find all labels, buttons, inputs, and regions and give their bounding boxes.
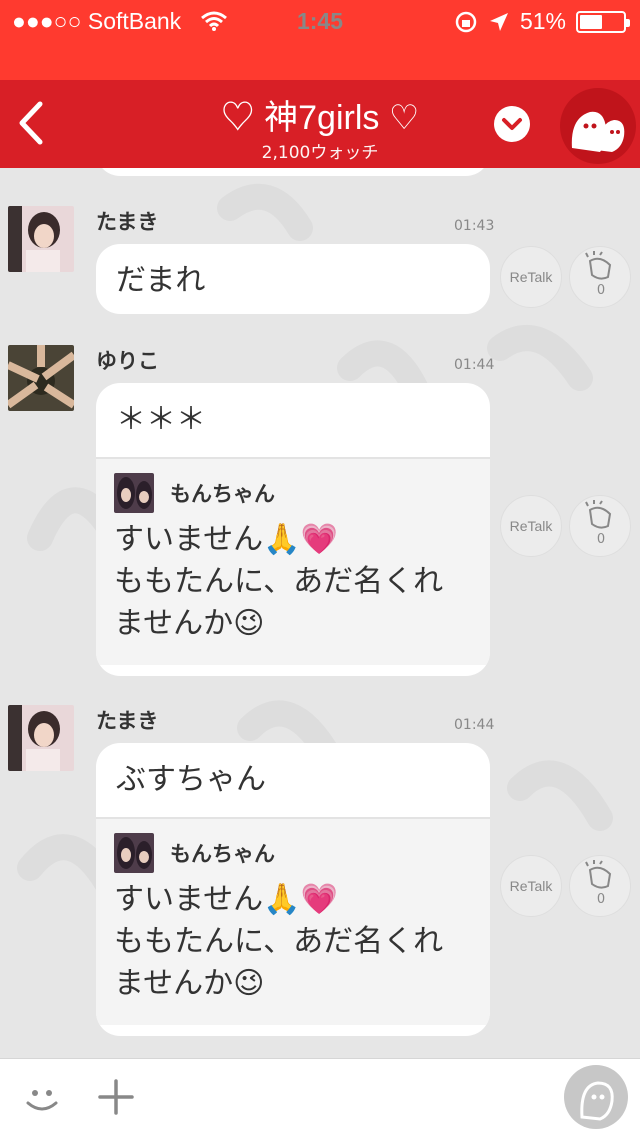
nav-bar: ♡ 神7girls ♡ 2,100ウォッチ — [0, 80, 640, 168]
rotation-lock-icon — [455, 11, 477, 32]
chevron-down-icon — [502, 118, 522, 130]
clap-icon — [585, 500, 612, 529]
input-bar — [0, 1058, 640, 1136]
clap-icon — [585, 860, 612, 889]
message-bubble[interactable]: ＊＊＊ もんちゃん すいません🙏💗 ももたんに、あだ名くれ ませんか😉 — [96, 383, 490, 676]
status-right: 51% — [454, 8, 630, 35]
battery-icon — [576, 10, 630, 33]
quoted-sender-name: もんちゃん — [170, 482, 275, 506]
chat-timeline[interactable]: たまき 01:43 だまれ ReTalk 0 ゆりこ 01:44 ＊＊＊ もんち… — [0, 168, 640, 1058]
message-time: 01:44 — [454, 717, 495, 733]
clap-button[interactable]: 0 — [569, 495, 631, 557]
message-bubble[interactable]: ぶすちゃん もんちゃん すいません🙏💗 ももたんに、あだ名くれ ませんか😉 — [96, 743, 490, 1036]
message-text: ＊＊＊ — [116, 402, 206, 437]
clap-button[interactable]: 0 — [569, 855, 631, 917]
message-time: 01:44 — [454, 357, 495, 373]
avatar[interactable] — [8, 705, 74, 771]
location-icon — [489, 12, 508, 31]
sender-name: ゆりこ — [96, 349, 159, 373]
user-photo-icon — [114, 473, 154, 513]
quoted-message[interactable]: もんちゃん すいません🙏💗 ももたんに、あだ名くれ ませんか😉 — [96, 817, 490, 1025]
message-item: たまき 01:44 ぶすちゃん もんちゃん すいません🙏💗 ももたんに、あだ名く… — [0, 705, 640, 1036]
message-time: 01:43 — [454, 218, 495, 234]
clap-icon — [585, 251, 612, 280]
sender-name: たまき — [96, 210, 159, 234]
quoted-text: すいません🙏💗 ももたんに、あだ名くれ ませんか😉 — [114, 522, 444, 641]
message-item: ゆりこ 01:44 ＊＊＊ もんちゃん すいません🙏💗 ももたんに、あだ名くれ … — [0, 345, 640, 676]
battery-percent: 51% — [519, 8, 566, 34]
user-photo-icon — [8, 345, 74, 411]
user-photo-icon — [8, 705, 74, 771]
user-photo-icon — [114, 833, 154, 873]
my-avatar-button[interactable] — [564, 1065, 628, 1129]
message-text: だまれ — [116, 263, 206, 298]
message-bubble[interactable]: だまれ — [96, 244, 490, 314]
smile-icon[interactable] — [22, 1079, 62, 1119]
room-title: ♡ 神7girls ♡ — [220, 99, 420, 137]
watch-count: 2,100ウォッチ — [261, 143, 379, 163]
plus-icon[interactable] — [96, 1077, 136, 1117]
retalk-button[interactable]: ReTalk — [500, 495, 562, 557]
avatar[interactable] — [8, 345, 74, 411]
retalk-button[interactable]: ReTalk — [500, 855, 562, 917]
retalk-button[interactable]: ReTalk — [500, 246, 562, 308]
quoted-text: すいません🙏💗 ももたんに、あだ名くれ ませんか😉 — [114, 882, 444, 1001]
ghost-avatar-icon — [571, 111, 625, 152]
profile-ghost-button[interactable] — [560, 88, 636, 164]
clap-count: 0 — [596, 283, 606, 298]
message-text: ぶすちゃん — [116, 762, 266, 797]
clap-count: 0 — [596, 532, 606, 547]
sender-name: たまき — [96, 709, 159, 733]
clap-button[interactable]: 0 — [569, 246, 631, 308]
quoted-sender-name: もんちゃん — [170, 842, 275, 866]
previous-bubble-edge — [96, 168, 490, 176]
clap-count: 0 — [596, 892, 606, 907]
message-item: たまき 01:43 だまれ ReTalk 0 — [0, 206, 640, 326]
status-bar: ●●●○○ SoftBank 1:45 51% — [0, 0, 640, 80]
quoted-avatar — [114, 473, 154, 513]
user-avatar-icon — [580, 1081, 614, 1121]
quoted-message[interactable]: もんちゃん すいません🙏💗 ももたんに、あだ名くれ ませんか😉 — [96, 457, 490, 665]
avatar[interactable] — [8, 206, 74, 272]
quoted-avatar — [114, 833, 154, 873]
menu-dropdown-button[interactable] — [494, 106, 530, 142]
user-photo-icon — [8, 206, 74, 272]
